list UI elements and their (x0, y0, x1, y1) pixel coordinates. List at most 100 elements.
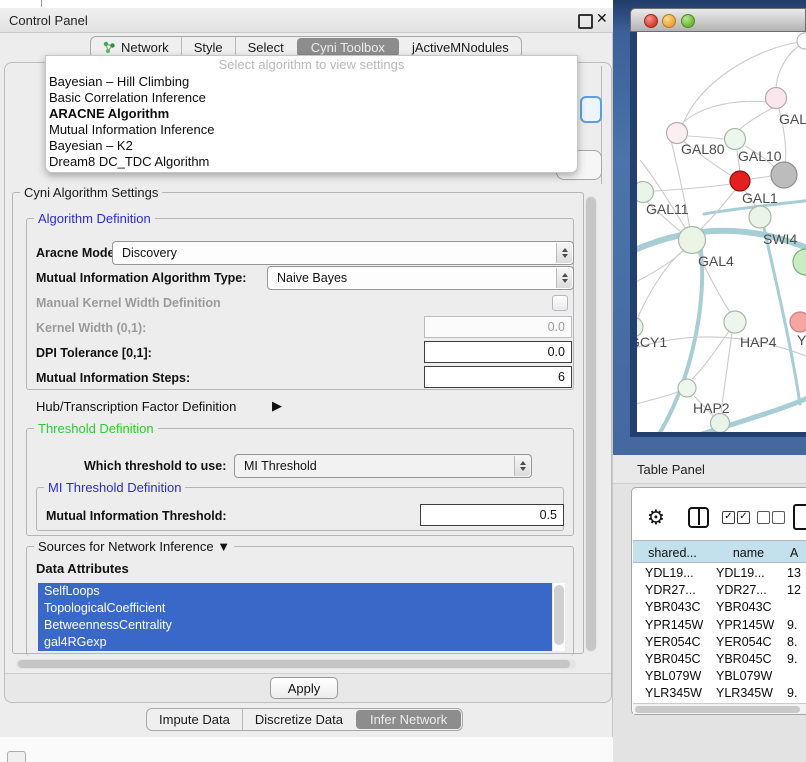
zoom-window-icon[interactable] (681, 14, 695, 28)
table-settings-gear-icon[interactable]: ⚙ (647, 505, 665, 530)
bottom-tabbar: Impute Data Discretize Data Infer Networ… (146, 708, 463, 731)
top-strip-tick (41, 0, 42, 7)
apply-button[interactable]: Apply (270, 677, 338, 699)
table-row[interactable]: YBL079WYBL079W (633, 668, 806, 685)
network-node-labels: GAL GAL80 GAL10 GAL1 GAL11 SWI4 GAL4 GCY… (637, 111, 806, 416)
node-label: GAL11 (646, 201, 689, 217)
data-attributes-list: SelfLoops TopologicalCoefficient Between… (38, 583, 552, 651)
settings-horizontal-scrollbar[interactable] (16, 659, 576, 669)
stepper-icon (556, 268, 572, 288)
table-horizontal-scrollbar[interactable] (633, 703, 806, 714)
node-label: Y (797, 332, 806, 348)
which-threshold-select[interactable]: MI Threshold (234, 454, 532, 478)
table-row[interactable]: YBR045CYBR045C9. (633, 651, 806, 668)
network-window-left-border (630, 32, 637, 437)
which-threshold-label: Which threshold to use: (84, 459, 226, 473)
algorithm-select-popup: Select algorithm to view settings Bayesi… (45, 55, 578, 173)
hub-section-label: Hub/Transcription Factor Definition (36, 399, 236, 414)
clear-checks-icon[interactable] (757, 511, 770, 524)
node-label: GAL1 (742, 190, 778, 206)
algorithm-option[interactable]: Bayesian – Hill Climbing (46, 74, 577, 90)
table-row[interactable]: YDL19...YDL19...13 (633, 565, 806, 582)
algorithm-option-selected[interactable]: ARACNE Algorithm (46, 106, 577, 122)
algorithm-option[interactable]: Mutual Information Inference (46, 122, 577, 138)
attributes-list-scrollbar[interactable] (553, 583, 565, 651)
network-node-pink[interactable] (766, 88, 787, 109)
mi-threshold-label: Mutual Information Threshold: (46, 509, 227, 523)
select-all-checks-icon-2[interactable]: ✓ (737, 511, 750, 524)
screen: Control Panel ✕ Network Style Select Cyn… (0, 0, 806, 762)
algorithm-option[interactable]: Dream8 DC_TDC Algorithm (46, 154, 577, 170)
node-label: HAP4 (740, 334, 777, 350)
mi-threshold-group-title: MI Threshold Definition (44, 480, 185, 495)
network-node-bottom[interactable] (711, 414, 730, 433)
table-row[interactable]: YBR043CYBR043C (633, 599, 806, 616)
network-node-gray[interactable] (771, 162, 797, 188)
settings-vertical-scrollbar[interactable] (585, 196, 597, 652)
algorithm-definition-title: Algorithm Definition (34, 211, 155, 226)
table-row[interactable]: YDR27...YDR27...12 (633, 582, 806, 599)
kernel-width-input (424, 316, 572, 338)
table-panel-title: Table Panel (637, 462, 705, 477)
dpi-tolerance-label: DPI Tolerance [0,1]: (36, 346, 152, 360)
algorithm-option[interactable]: Basic Correlation Inference (46, 90, 577, 106)
manual-kernel-width-checkbox[interactable] (552, 295, 568, 311)
network-node-gal4[interactable] (679, 227, 706, 254)
network-node-gal11[interactable] (637, 182, 654, 203)
column-header-name[interactable]: name (712, 541, 786, 563)
aracne-mode-label: Aracne Mode: (36, 246, 119, 260)
network-node-red[interactable] (730, 171, 750, 191)
mi-threshold-input[interactable] (420, 504, 564, 526)
column-header-partial[interactable]: A (785, 541, 806, 563)
mi-steps-input[interactable] (424, 366, 572, 388)
network-node-hap4[interactable] (724, 311, 746, 333)
select-all-checks-icon[interactable]: ✓ (722, 511, 735, 524)
sources-collapse-arrow-icon[interactable]: ▼ (217, 539, 230, 554)
kernel-width-label: Kernel Width (0,1): (36, 321, 146, 335)
attribute-option[interactable]: SelfLoops (38, 583, 552, 600)
table-body: YDL19...YDL19...13 YDR27...YDR27...12 YB… (633, 565, 806, 703)
column-layout-icon[interactable] (688, 507, 709, 528)
sources-group-title: Sources for Network Inference ▼ (34, 539, 234, 554)
table-row[interactable]: YER054CYER054C8. (633, 634, 806, 651)
dpi-tolerance-input[interactable] (424, 341, 572, 363)
threshold-definition-title: Threshold Definition (34, 421, 158, 436)
network-node-gal1[interactable] (749, 206, 771, 228)
attribute-option[interactable]: BetweennessCentrality (38, 617, 552, 634)
tab-impute-data[interactable]: Impute Data (147, 709, 242, 730)
network-tab-icon (103, 41, 116, 54)
new-table-doc-icon[interactable] (793, 504, 806, 530)
tab-infer-network[interactable]: Infer Network (356, 710, 461, 729)
control-panel-title: Control Panel (9, 13, 88, 28)
network-window-titlebar[interactable] (630, 8, 806, 32)
attribute-option[interactable]: TopologicalCoefficient (38, 600, 552, 617)
node-label: GCY1 (637, 334, 667, 350)
column-header-shared-name[interactable]: shared... (633, 541, 713, 563)
tab-discretize-data[interactable]: Discretize Data (242, 709, 355, 730)
cyni-algorithm-settings-title: Cyni Algorithm Settings (20, 185, 162, 200)
aracne-mode-select[interactable]: Discovery (112, 241, 574, 265)
node-label: GAL (779, 111, 806, 127)
node-label: GAL10 (738, 148, 782, 164)
stepper-icon (514, 456, 530, 476)
algorithm-option[interactable]: Bayesian – K2 (46, 138, 577, 154)
close-panel-icon[interactable]: ✕ (596, 10, 608, 27)
network-node-swi4[interactable] (793, 249, 806, 275)
network-node-gal10[interactable] (725, 129, 746, 150)
table-row[interactable]: YLR345WYLR345W9. (633, 685, 806, 702)
minimize-window-icon[interactable] (662, 14, 676, 28)
float-window-icon[interactable] (578, 14, 593, 29)
hub-expand-arrow-icon[interactable]: ▶ (272, 398, 282, 414)
network-node-hap2[interactable] (678, 379, 696, 397)
node-label: SWI4 (763, 231, 797, 247)
control-panel-titlebar: Control Panel ✕ (0, 8, 620, 33)
attribute-option[interactable]: gal4RGexp (38, 634, 552, 651)
close-window-icon[interactable] (644, 14, 658, 28)
stepper-icon (556, 243, 572, 263)
mi-algorithm-type-select[interactable]: Naive Bayes (267, 266, 574, 290)
table-row[interactable]: YPR145WYPR145W9. (633, 617, 806, 634)
bottom-left-mini-button[interactable] (7, 751, 26, 762)
network-node-salmon[interactable] (790, 312, 806, 332)
node-label: GAL80 (681, 141, 725, 157)
clear-checks-icon-2[interactable] (772, 511, 785, 524)
